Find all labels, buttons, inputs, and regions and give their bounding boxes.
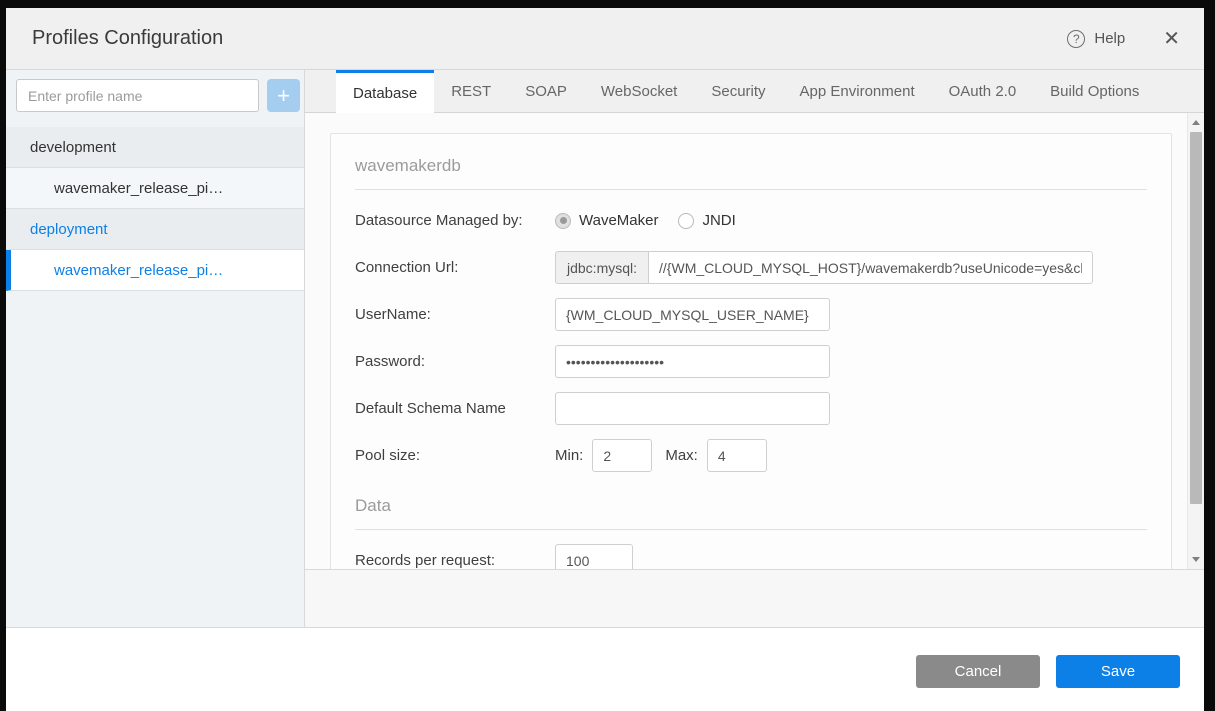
password-row: Password: bbox=[355, 345, 1147, 378]
connection-url-row: Connection Url: jdbc:mysql: bbox=[355, 251, 1147, 284]
tab-oauth[interactable]: OAuth 2.0 bbox=[932, 70, 1034, 112]
tab-rest[interactable]: REST bbox=[434, 70, 508, 112]
arrow-down-icon bbox=[1192, 557, 1200, 562]
vertical-scrollbar[interactable] bbox=[1187, 113, 1204, 569]
help-button[interactable]: ? Help bbox=[1067, 30, 1125, 48]
datasource-row: Datasource Managed by: WaveMaker JNDI bbox=[355, 204, 1147, 237]
tab-build-options[interactable]: Build Options bbox=[1033, 70, 1156, 112]
profile-child-label: wavemaker_release_pi… bbox=[54, 180, 223, 197]
scrollbar-thumb[interactable] bbox=[1190, 132, 1202, 504]
section-divider bbox=[355, 529, 1147, 530]
cancel-button[interactable]: Cancel bbox=[916, 655, 1040, 688]
tab-websocket[interactable]: WebSocket bbox=[584, 70, 694, 112]
records-per-request-row: Records per request: bbox=[355, 544, 1147, 569]
sidebar-item-development-database[interactable]: wavemaker_release_pi… bbox=[6, 168, 304, 209]
profile-group-label: deployment bbox=[30, 221, 108, 238]
datasource-label: Datasource Managed by: bbox=[355, 212, 555, 229]
tab-database[interactable]: Database bbox=[336, 70, 434, 113]
tab-security[interactable]: Security bbox=[694, 70, 782, 112]
profile-name-input[interactable] bbox=[16, 79, 259, 112]
pool-min-label: Min: bbox=[555, 447, 583, 464]
sidebar-item-development[interactable]: development bbox=[6, 127, 304, 168]
tab-bar: Database REST SOAP WebSocket Security Ap… bbox=[305, 70, 1204, 113]
database-config-panel: wavemakerdb Datasource Managed by: WaveM… bbox=[330, 133, 1172, 569]
pool-size-row: Pool size: Min: Max: bbox=[355, 439, 1147, 472]
scroll-content: wavemakerdb Datasource Managed by: WaveM… bbox=[305, 113, 1187, 569]
pool-size-label: Pool size: bbox=[355, 447, 555, 464]
connection-url-label: Connection Url: bbox=[355, 259, 555, 276]
tab-soap[interactable]: SOAP bbox=[508, 70, 584, 112]
profile-list: development wavemaker_release_pi… deploy… bbox=[6, 127, 304, 291]
arrow-up-icon bbox=[1192, 120, 1200, 125]
database-tab-pane: wavemakerdb Datasource Managed by: WaveM… bbox=[305, 113, 1204, 627]
sidebar-item-deployment[interactable]: deployment bbox=[6, 209, 304, 250]
main-panel: Database REST SOAP WebSocket Security Ap… bbox=[305, 70, 1204, 627]
dialog-footer: Cancel Save bbox=[6, 627, 1204, 711]
add-profile-button[interactable]: + bbox=[267, 79, 300, 112]
scrollbar-down-button[interactable] bbox=[1188, 552, 1204, 567]
help-icon[interactable]: ? bbox=[1067, 30, 1085, 48]
jdbc-prefix-addon: jdbc:mysql: bbox=[555, 251, 648, 284]
radio-jndi-label[interactable]: JNDI bbox=[702, 212, 735, 229]
username-label: UserName: bbox=[355, 306, 555, 323]
password-input[interactable] bbox=[555, 345, 830, 378]
records-per-request-input[interactable] bbox=[555, 544, 633, 569]
pool-max-input[interactable] bbox=[707, 439, 767, 472]
scroll-area: wavemakerdb Datasource Managed by: WaveM… bbox=[305, 113, 1204, 570]
pane-lower-strip bbox=[305, 570, 1204, 627]
schema-label: Default Schema Name bbox=[355, 400, 555, 417]
profile-add-row: + bbox=[6, 70, 304, 120]
profiles-configuration-dialog: Profiles Configuration ? Help ✕ + develo… bbox=[6, 8, 1204, 711]
radio-wavemaker-label[interactable]: WaveMaker bbox=[579, 212, 658, 229]
password-label: Password: bbox=[355, 353, 555, 370]
schema-row: Default Schema Name bbox=[355, 392, 1147, 425]
records-per-request-label: Records per request: bbox=[355, 552, 555, 569]
pool-min-input[interactable] bbox=[592, 439, 652, 472]
sidebar-item-deployment-database-selected[interactable]: wavemaker_release_pi… bbox=[6, 250, 304, 291]
dialog-body: + development wavemaker_release_pi… depl… bbox=[6, 70, 1204, 627]
data-section-title: Data bbox=[355, 486, 1147, 529]
tab-app-environment[interactable]: App Environment bbox=[783, 70, 932, 112]
username-input[interactable] bbox=[555, 298, 830, 331]
page-title: Profiles Configuration bbox=[32, 27, 223, 50]
profile-child-label: wavemaker_release_pi… bbox=[54, 262, 223, 279]
radio-jndi[interactable] bbox=[678, 213, 694, 229]
close-icon[interactable]: ✕ bbox=[1163, 29, 1180, 49]
section-divider bbox=[355, 189, 1147, 190]
username-row: UserName: bbox=[355, 298, 1147, 331]
dialog-header: Profiles Configuration ? Help ✕ bbox=[6, 8, 1204, 70]
screen-background: Profiles Configuration ? Help ✕ + develo… bbox=[0, 0, 1215, 711]
pool-max-label: Max: bbox=[665, 447, 698, 464]
radio-dot-icon bbox=[560, 217, 567, 224]
help-label[interactable]: Help bbox=[1094, 30, 1125, 47]
db-section-title: wavemakerdb bbox=[355, 146, 1147, 189]
save-button[interactable]: Save bbox=[1056, 655, 1180, 688]
radio-wavemaker[interactable] bbox=[555, 213, 571, 229]
profiles-sidebar: + development wavemaker_release_pi… depl… bbox=[6, 70, 305, 627]
profile-group-label: development bbox=[30, 139, 116, 156]
schema-input[interactable] bbox=[555, 392, 830, 425]
scrollbar-up-button[interactable] bbox=[1188, 115, 1204, 130]
connection-url-input[interactable] bbox=[648, 251, 1093, 284]
